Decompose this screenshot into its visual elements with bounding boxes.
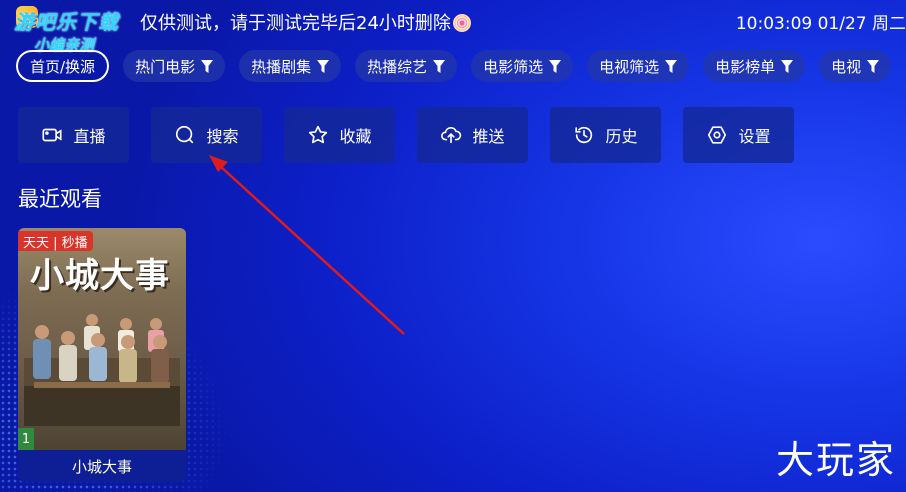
corner-watermark: 大玩家 [775,438,896,482]
annotation-arrow [209,155,405,335]
